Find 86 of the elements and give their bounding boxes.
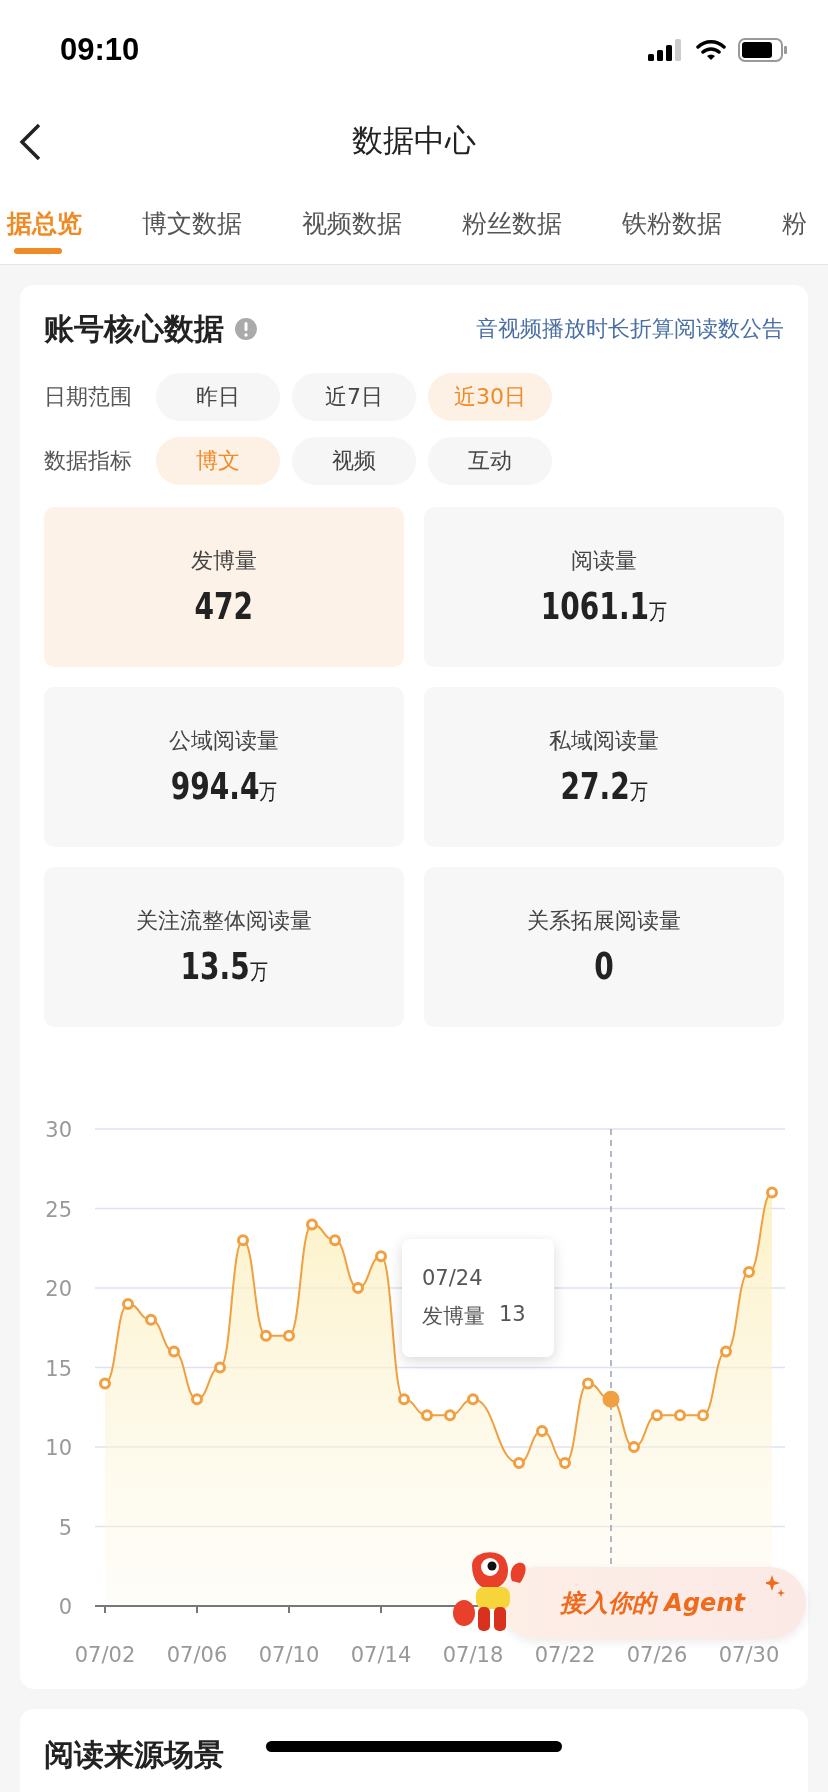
stat-value: 1061.1万 bbox=[540, 584, 668, 628]
y-axis-label: 30 bbox=[45, 1118, 72, 1142]
data-point bbox=[582, 1377, 594, 1390]
stat-tile[interactable]: 私域阅读量 27.2万 bbox=[424, 687, 784, 847]
x-axis-label: 07/22 bbox=[534, 1643, 596, 1667]
stat-label: 关注流整体阅读量 bbox=[136, 907, 312, 935]
y-axis-label: 10 bbox=[45, 1436, 72, 1460]
stat-value: 0 bbox=[594, 944, 614, 988]
stat-tile[interactable]: 公域阅读量 994.4万 bbox=[44, 687, 404, 847]
stat-tile[interactable]: 关系拓展阅读量 0 bbox=[424, 867, 784, 1027]
data-point bbox=[602, 1390, 620, 1408]
y-axis-label: 25 bbox=[45, 1197, 72, 1222]
tab[interactable]: 铁粉数据 bbox=[601, 182, 743, 264]
tooltip-date: 07/24 bbox=[422, 1266, 484, 1290]
status-time: 09:10 bbox=[60, 32, 140, 68]
x-axis-label: 07/26 bbox=[626, 1643, 688, 1667]
notice-link[interactable]: 音视频播放时长折算阅读数公告 bbox=[476, 314, 784, 344]
tooltip-label: 发博量 bbox=[422, 1303, 485, 1330]
data-point bbox=[536, 1425, 548, 1438]
tab[interactable]: 博文数据 bbox=[121, 182, 263, 264]
data-point bbox=[398, 1393, 410, 1406]
battery-icon bbox=[738, 38, 788, 62]
x-axis-label: 07/06 bbox=[166, 1643, 228, 1667]
stat-value: 994.4万 bbox=[170, 764, 278, 808]
x-axis-label: 07/14 bbox=[350, 1643, 412, 1667]
data-point bbox=[651, 1409, 663, 1422]
x-axis-label: 07/10 bbox=[258, 1643, 320, 1667]
x-axis-label: 07/30 bbox=[718, 1643, 780, 1667]
data-point bbox=[697, 1409, 709, 1422]
filter-chip[interactable]: 视频 bbox=[292, 437, 416, 485]
stat-label: 发博量 bbox=[191, 547, 257, 575]
data-point bbox=[191, 1393, 203, 1406]
sparkle-icon bbox=[766, 1575, 786, 1599]
data-point bbox=[352, 1282, 364, 1294]
wifi-icon bbox=[696, 39, 726, 61]
tab[interactable]: 视频数据 bbox=[281, 182, 423, 264]
tab[interactable]: 粉丝数据 bbox=[441, 182, 583, 264]
stat-tile[interactable]: 发博量 472 bbox=[44, 507, 404, 667]
stat-value: 13.5万 bbox=[180, 944, 268, 988]
filter-chip[interactable]: 互动 bbox=[428, 437, 552, 485]
info-icon bbox=[234, 317, 258, 341]
data-point bbox=[559, 1456, 571, 1469]
data-point bbox=[628, 1441, 640, 1453]
stat-tile[interactable]: 阅读量 1061.1万 bbox=[424, 507, 784, 667]
data-point bbox=[375, 1250, 387, 1263]
data-point bbox=[743, 1266, 755, 1279]
card-title: 账号核心数据 bbox=[44, 309, 224, 348]
data-point bbox=[122, 1297, 134, 1310]
stat-value: 27.2万 bbox=[560, 764, 648, 808]
filter-label: 日期范围 bbox=[44, 383, 133, 411]
data-point bbox=[766, 1186, 778, 1199]
x-axis-label: 07/18 bbox=[442, 1643, 504, 1667]
filter-label: 数据指标 bbox=[44, 447, 133, 475]
data-point bbox=[467, 1393, 479, 1406]
stat-label: 阅读量 bbox=[571, 547, 637, 575]
data-point bbox=[306, 1218, 318, 1231]
signal-icon bbox=[648, 39, 684, 61]
stat-label: 关系拓展阅读量 bbox=[527, 907, 681, 935]
y-axis-label: 15 bbox=[45, 1356, 72, 1381]
data-point bbox=[145, 1313, 157, 1326]
data-point bbox=[168, 1345, 180, 1358]
stat-value: 472 bbox=[194, 584, 254, 628]
data-point bbox=[237, 1234, 249, 1247]
x-axis-label: 07/02 bbox=[74, 1643, 136, 1667]
data-point bbox=[329, 1234, 341, 1247]
section-title: 阅读来源场景 bbox=[44, 1736, 224, 1774]
stat-tile[interactable]: 关注流整体阅读量 13.5万 bbox=[44, 867, 404, 1027]
data-point bbox=[99, 1377, 111, 1390]
stat-label: 私域阅读量 bbox=[549, 727, 659, 755]
filter-chip[interactable]: 昨日 bbox=[156, 373, 280, 421]
data-point bbox=[260, 1329, 272, 1342]
data-point bbox=[444, 1409, 456, 1422]
y-axis-label: 20 bbox=[45, 1277, 72, 1301]
data-point bbox=[513, 1456, 525, 1469]
tooltip-value: 13 bbox=[499, 1302, 526, 1328]
data-point bbox=[283, 1329, 295, 1342]
y-axis-label: 5 bbox=[58, 1515, 72, 1540]
data-point bbox=[674, 1409, 686, 1422]
filter-chip[interactable]: 近7日 bbox=[292, 373, 416, 421]
stat-label: 公域阅读量 bbox=[169, 727, 279, 755]
y-axis-label: 0 bbox=[58, 1595, 72, 1619]
tab[interactable]: 粉 bbox=[761, 182, 828, 264]
page-title: 数据中心 bbox=[352, 121, 476, 160]
data-point bbox=[720, 1345, 732, 1358]
data-point bbox=[214, 1361, 226, 1374]
data-point bbox=[421, 1409, 433, 1422]
